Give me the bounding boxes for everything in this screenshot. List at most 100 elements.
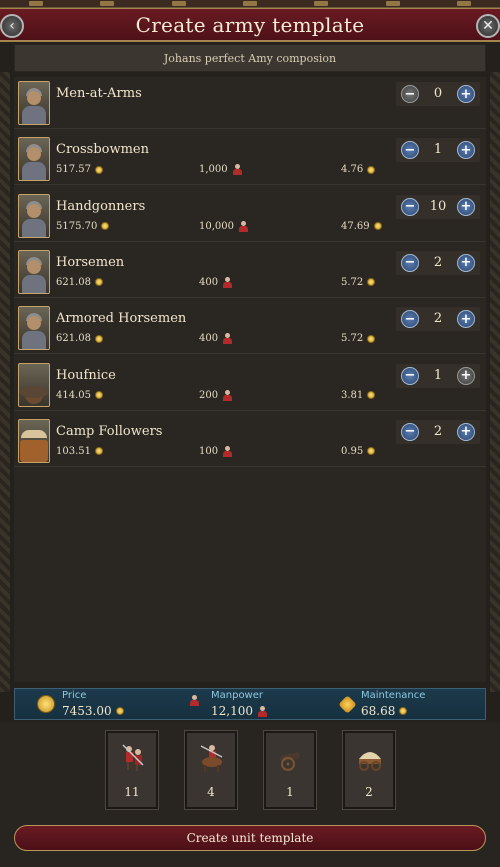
unit-maintenance-value: 4.76 bbox=[341, 164, 364, 176]
unit-quantity-stepper: − 1 + bbox=[396, 138, 480, 163]
unit-name: Houfnice bbox=[56, 367, 116, 383]
infantry-type-card: 11 bbox=[106, 731, 158, 809]
unit-price: 621.08 bbox=[56, 333, 103, 344]
unit-name: Camp Followers bbox=[56, 423, 163, 439]
increase-button[interactable]: + bbox=[457, 85, 475, 103]
unit-price-value: 621.08 bbox=[56, 333, 91, 345]
unit-price-value: 517.57 bbox=[56, 164, 91, 176]
increase-button[interactable]: + bbox=[457, 141, 475, 160]
minus-icon: − bbox=[404, 368, 416, 383]
chevron-left-icon: ‹ bbox=[9, 18, 15, 34]
unit-maintenance-value: 0.95 bbox=[341, 445, 364, 457]
plus-icon: + bbox=[460, 311, 472, 327]
top-strip-item-icon[interactable] bbox=[171, 1, 186, 6]
manpower-total: 12,100 bbox=[211, 704, 268, 718]
top-strip-item-icon[interactable] bbox=[385, 1, 400, 6]
plus-icon: + bbox=[460, 86, 472, 102]
men-at-arms-portrait[interactable] bbox=[18, 81, 50, 125]
unit-quantity: 1 bbox=[433, 142, 443, 158]
unit-quantity: 2 bbox=[433, 423, 443, 439]
unit-maintenance: 3.81 bbox=[341, 390, 376, 401]
decrease-button[interactable]: − bbox=[401, 85, 419, 103]
increase-button[interactable]: + bbox=[457, 310, 475, 329]
coin-icon bbox=[95, 391, 103, 399]
create-unit-template-button[interactable]: Create unit template bbox=[14, 825, 486, 851]
unit-list[interactable]: Men-at-Arms − 0 + Crossbowmen 517.57 1,000 4.76… bbox=[14, 77, 486, 682]
maintenance-summary: Maintenance 68.68 bbox=[333, 689, 483, 721]
top-strip-item-icon[interactable] bbox=[242, 1, 257, 6]
camp-followers-portrait[interactable] bbox=[18, 418, 50, 463]
decrease-button[interactable]: − bbox=[401, 197, 419, 216]
crossbowmen-portrait[interactable] bbox=[18, 137, 50, 182]
unit-maintenance: 4.76 bbox=[341, 164, 376, 176]
top-strip-item-icon[interactable] bbox=[28, 1, 43, 6]
create-button-label: Create unit template bbox=[186, 831, 314, 845]
unit-maintenance-value: 5.72 bbox=[341, 333, 364, 345]
unit-row: Houfnice 414.05 200 3.81 − 1 + bbox=[14, 359, 486, 411]
unit-manpower-value: 400 bbox=[199, 276, 219, 288]
horsemen-portrait[interactable] bbox=[18, 249, 50, 294]
unit-manpower: 100 bbox=[199, 445, 233, 457]
back-button[interactable]: ‹ bbox=[0, 14, 24, 38]
infantry-count: 11 bbox=[124, 785, 140, 799]
unit-row: Crossbowmen 517.57 1,000 4.76 − 1 + bbox=[14, 133, 486, 186]
unit-manpower: 1,000 bbox=[199, 164, 243, 176]
coins-icon bbox=[37, 695, 55, 713]
minus-icon: − bbox=[404, 86, 416, 102]
houfnice-portrait[interactable] bbox=[18, 362, 50, 407]
handgonners-portrait[interactable] bbox=[18, 193, 50, 238]
top-strip-item-icon[interactable] bbox=[100, 1, 115, 6]
top-strip-item-icon[interactable] bbox=[457, 1, 472, 6]
unit-price-value: 621.08 bbox=[56, 276, 91, 288]
page-title: Create army template bbox=[135, 12, 365, 37]
coin-icon bbox=[95, 165, 103, 174]
coin-icon bbox=[399, 707, 408, 715]
unit-quantity-stepper: −10 + bbox=[396, 194, 480, 219]
unit-row: Handgonners 5175.70 10,000 47.69 −10 + bbox=[14, 190, 486, 242]
unit-manpower: 10,000 bbox=[199, 220, 249, 232]
decrease-button[interactable]: − bbox=[401, 366, 419, 385]
decrease-button[interactable]: − bbox=[401, 253, 419, 272]
maintenance-gear-icon bbox=[338, 695, 357, 714]
unit-name: Men-at-Arms bbox=[56, 86, 142, 101]
unit-manpower-value: 400 bbox=[199, 333, 219, 345]
unit-quantity-stepper: − 2 + bbox=[396, 419, 480, 444]
decrease-button[interactable]: − bbox=[401, 310, 419, 329]
cavalry-icon bbox=[200, 745, 223, 772]
decrease-button[interactable]: − bbox=[401, 422, 419, 441]
plus-icon: + bbox=[460, 255, 472, 271]
template-name-field[interactable]: Johans perfect Amy composion bbox=[14, 44, 486, 72]
coin-icon bbox=[95, 334, 103, 343]
price-summary: Price 7453.00 bbox=[15, 689, 165, 721]
title-bar: ‹ Create army template ✕ bbox=[0, 8, 500, 42]
unit-name: Crossbowmen bbox=[56, 142, 149, 158]
coin-icon bbox=[367, 447, 376, 456]
summary-bar: Price 7453.00 Manpower 12,100 Maintenanc… bbox=[14, 688, 486, 720]
unit-maintenance: 47.69 bbox=[341, 221, 382, 232]
coin-icon bbox=[367, 334, 376, 343]
plus-icon: + bbox=[460, 142, 472, 158]
cavalry-type-card: 4 bbox=[185, 731, 237, 809]
coin-icon bbox=[95, 447, 103, 456]
top-strip-item-icon[interactable] bbox=[314, 1, 329, 6]
cannon-icon bbox=[280, 752, 300, 771]
increase-button[interactable]: + bbox=[457, 253, 475, 272]
top-navigation-strip bbox=[0, 0, 500, 8]
armored-horsemen-portrait[interactable] bbox=[18, 306, 50, 351]
unit-maintenance-value: 5.72 bbox=[341, 276, 364, 288]
increase-button[interactable]: + bbox=[457, 422, 475, 441]
coin-icon bbox=[367, 278, 376, 287]
siege-type-card: 1 bbox=[264, 731, 316, 809]
manpower-summary: Manpower 12,100 bbox=[185, 689, 335, 721]
unit-quantity: 0 bbox=[433, 86, 443, 101]
unit-quantity: 10 bbox=[429, 198, 447, 214]
coin-icon bbox=[367, 165, 376, 174]
decrease-button[interactable]: − bbox=[401, 141, 419, 160]
increase-button[interactable]: + bbox=[457, 366, 475, 385]
close-button[interactable]: ✕ bbox=[476, 14, 500, 38]
minus-icon: − bbox=[404, 255, 416, 271]
unit-manpower: 400 bbox=[199, 276, 233, 288]
increase-button[interactable]: + bbox=[457, 197, 475, 216]
unit-quantity-stepper: − 0 + bbox=[396, 82, 480, 106]
unit-maintenance: 5.72 bbox=[341, 276, 376, 288]
